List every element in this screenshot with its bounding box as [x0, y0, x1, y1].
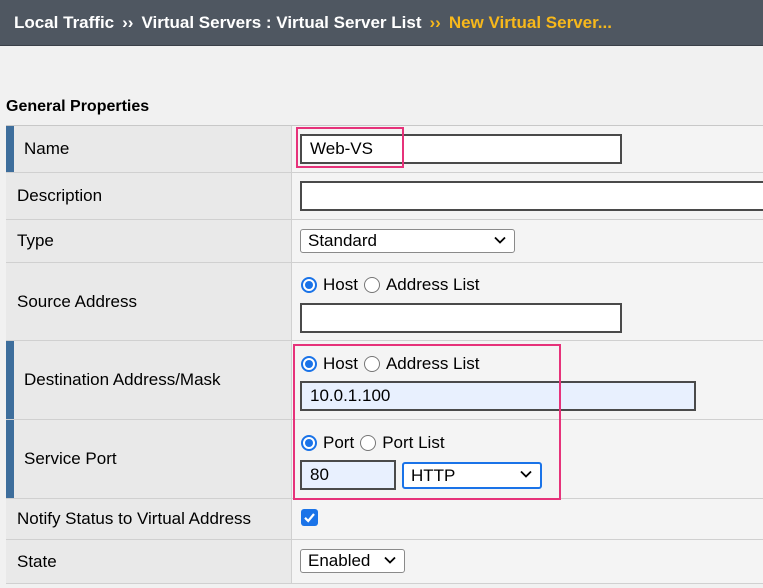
- source-address-list-label: Address List: [385, 275, 480, 294]
- row-type: Type Standard: [6, 220, 763, 263]
- notify-checkbox[interactable]: [301, 509, 318, 526]
- protocol-select-value: HTTP: [411, 465, 456, 485]
- protocol-select[interactable]: HTTP: [402, 462, 542, 489]
- row-description: Description: [6, 173, 763, 220]
- notify-label: Notify Status to Virtual Address: [6, 499, 292, 539]
- destination-host-radio[interactable]: [301, 356, 317, 372]
- chevron-down-icon: [520, 470, 532, 478]
- type-select-value: Standard: [308, 231, 377, 250]
- destination-address-list-radio[interactable]: [363, 356, 380, 372]
- checkmark-icon: [304, 513, 315, 523]
- row-destination: Destination Address/Mask Host Address Li…: [6, 341, 763, 420]
- breadcrumb-separator: ››: [122, 12, 134, 32]
- breadcrumb: Local Traffic ›› Virtual Servers : Virtu…: [0, 0, 763, 46]
- service-port-label: Service Port: [6, 420, 292, 498]
- breadcrumb-local-traffic[interactable]: Local Traffic: [14, 13, 114, 33]
- port-list-radio[interactable]: [360, 435, 377, 451]
- chevron-down-icon: [494, 236, 506, 244]
- port-list-label: Port List: [382, 433, 445, 452]
- row-name: Name Web-VS: [6, 126, 763, 173]
- destination-label: Destination Address/Mask: [6, 341, 292, 419]
- name-input[interactable]: Web-VS: [300, 134, 622, 164]
- state-select[interactable]: Enabled: [300, 549, 405, 573]
- source-host-radio[interactable]: [301, 277, 317, 293]
- type-label: Type: [6, 220, 292, 262]
- chevron-down-icon: [384, 556, 396, 564]
- source-address-list-radio[interactable]: [363, 277, 380, 293]
- row-service-port: Service Port Port Port List 80 HTTP: [6, 420, 763, 499]
- source-host-label: Host: [323, 275, 358, 294]
- service-port-input[interactable]: 80: [300, 460, 396, 490]
- section-title: General Properties: [6, 98, 150, 115]
- source-address-input[interactable]: [300, 303, 622, 333]
- row-notify: Notify Status to Virtual Address: [6, 499, 763, 540]
- destination-address-input[interactable]: 10.0.1.100: [300, 381, 696, 411]
- port-label: Port: [323, 433, 355, 452]
- breadcrumb-current: New Virtual Server...: [448, 12, 612, 32]
- destination-radio-group: Host Address List: [301, 354, 480, 374]
- breadcrumb-virtual-servers[interactable]: Virtual Servers : Virtual Server List: [141, 13, 421, 33]
- description-input[interactable]: [300, 181, 763, 211]
- type-select[interactable]: Standard: [300, 229, 515, 253]
- description-label: Description: [6, 173, 292, 219]
- port-radio[interactable]: [301, 435, 317, 451]
- state-select-value: Enabled: [308, 551, 371, 570]
- service-port-radio-group: Port Port List: [301, 433, 445, 453]
- state-label: State: [6, 540, 292, 583]
- breadcrumb-separator: ››: [429, 12, 441, 32]
- row-state: State Enabled: [6, 540, 763, 584]
- row-source-address: Source Address Host Address List: [6, 263, 763, 341]
- source-address-label: Source Address: [6, 263, 292, 340]
- source-address-radio-group: Host Address List: [301, 275, 480, 295]
- destination-host-label: Host: [323, 354, 358, 373]
- destination-address-list-label: Address List: [385, 354, 480, 373]
- name-label: Name: [6, 126, 292, 172]
